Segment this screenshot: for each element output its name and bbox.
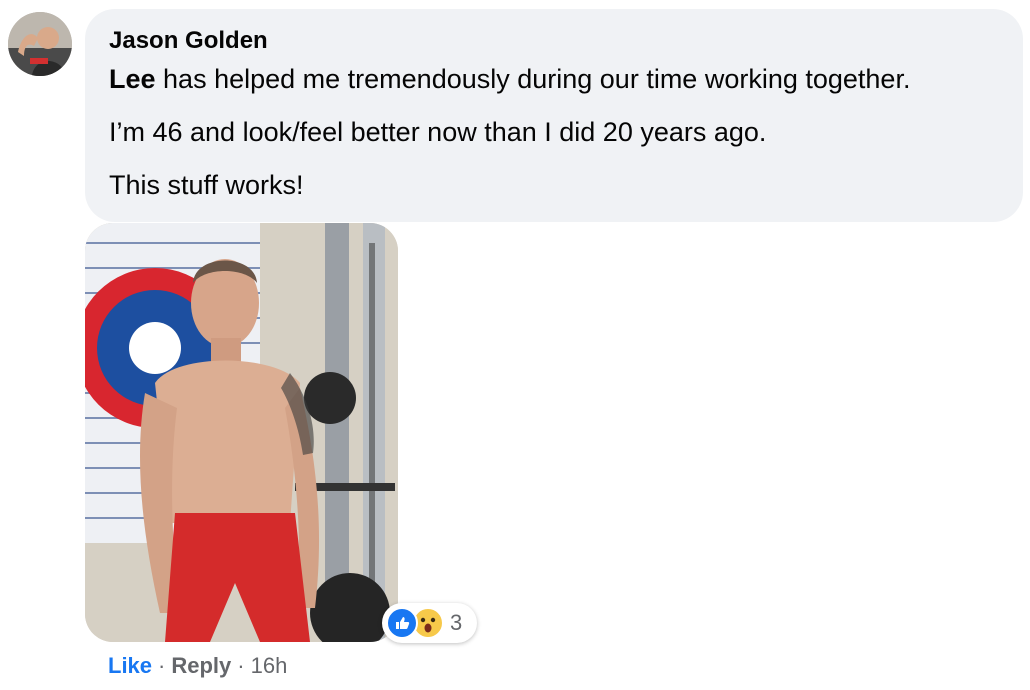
reply-button[interactable]: Reply bbox=[171, 653, 231, 678]
avatar[interactable] bbox=[8, 12, 72, 76]
comment-actions: Like · Reply · 16h bbox=[108, 652, 287, 680]
comment-text-1: has helped me tremendously during our ti… bbox=[155, 64, 911, 94]
separator: · bbox=[158, 653, 166, 678]
like-icon bbox=[386, 607, 418, 639]
comment-line-1: Lee has helped me tremendously during ou… bbox=[109, 63, 999, 95]
reaction-count: 3 bbox=[450, 610, 463, 635]
mention-link[interactable]: Lee bbox=[109, 64, 156, 94]
comment-bubble: Jason Golden Lee has helped me tremendou… bbox=[85, 9, 1023, 222]
comment-author[interactable]: Jason Golden bbox=[109, 27, 999, 55]
comment-photo[interactable] bbox=[85, 223, 398, 642]
comment-line-2: I’m 46 and look/feel better now than I d… bbox=[109, 117, 767, 147]
avatar-photo bbox=[8, 12, 72, 76]
comment-line-3: This stuff works! bbox=[109, 170, 304, 200]
like-button[interactable]: Like bbox=[108, 653, 152, 678]
separator: · bbox=[237, 653, 245, 678]
photo-image bbox=[85, 223, 398, 642]
timestamp[interactable]: 16h bbox=[251, 653, 288, 678]
reactions-summary[interactable]: 3 bbox=[382, 603, 477, 643]
